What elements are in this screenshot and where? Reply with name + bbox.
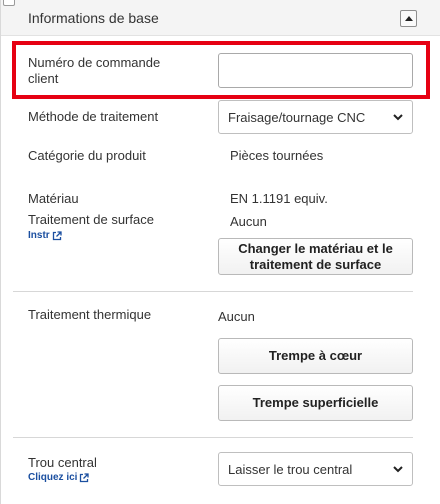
process-method-select[interactable]: Fraisage/tournage CNC bbox=[218, 100, 413, 134]
order-number-label: Numéro de commande client bbox=[28, 55, 161, 86]
collapse-button[interactable] bbox=[400, 10, 417, 27]
click-here-link-text: Cliquez ici bbox=[28, 472, 78, 483]
basic-info-panel: Informations de base Numéro de commande … bbox=[0, 0, 440, 504]
chevron-down-icon bbox=[393, 466, 403, 473]
heat-treatment-value: Aucun bbox=[218, 309, 255, 324]
product-category-value: Pièces tournées bbox=[230, 148, 324, 163]
heat-treatment-label: Traitement thermique bbox=[28, 307, 152, 322]
divider bbox=[13, 437, 413, 438]
instr-link-text: Instr bbox=[28, 230, 50, 241]
quench-core-button[interactable]: Trempe à cœur bbox=[218, 338, 413, 374]
center-hole-label: Trou central bbox=[28, 455, 97, 470]
surface-treatment-value: Aucun bbox=[230, 214, 267, 229]
change-material-button[interactable]: Changer le matériau et le traitement de … bbox=[218, 238, 413, 275]
checkbox[interactable] bbox=[3, 0, 15, 6]
material-value: EN 1.1191 equiv. bbox=[230, 191, 328, 206]
caret-up-icon bbox=[404, 16, 413, 21]
surface-treatment-label: Traitement de surface bbox=[28, 212, 154, 227]
center-hole-link[interactable]: Cliquez ici bbox=[28, 472, 90, 483]
section-title: Informations de base bbox=[28, 10, 159, 26]
external-link-icon bbox=[80, 472, 90, 482]
section-header: Informations de base bbox=[1, 0, 440, 36]
process-method-label: Méthode de traitement bbox=[28, 109, 159, 124]
center-hole-select[interactable]: Laisser le trou central bbox=[218, 452, 413, 486]
surface-treatment-link[interactable]: Instr bbox=[28, 230, 62, 241]
material-label: Matériau bbox=[28, 191, 79, 206]
order-number-input[interactable] bbox=[218, 53, 413, 88]
external-link-icon bbox=[52, 230, 62, 240]
center-hole-value: Laisser le trou central bbox=[228, 462, 353, 477]
product-category-label: Catégorie du produit bbox=[28, 148, 146, 163]
process-method-value: Fraisage/tournage CNC bbox=[228, 110, 366, 125]
chevron-down-icon bbox=[393, 114, 403, 121]
quench-surface-button[interactable]: Trempe superficielle bbox=[218, 385, 413, 421]
divider bbox=[13, 291, 413, 292]
